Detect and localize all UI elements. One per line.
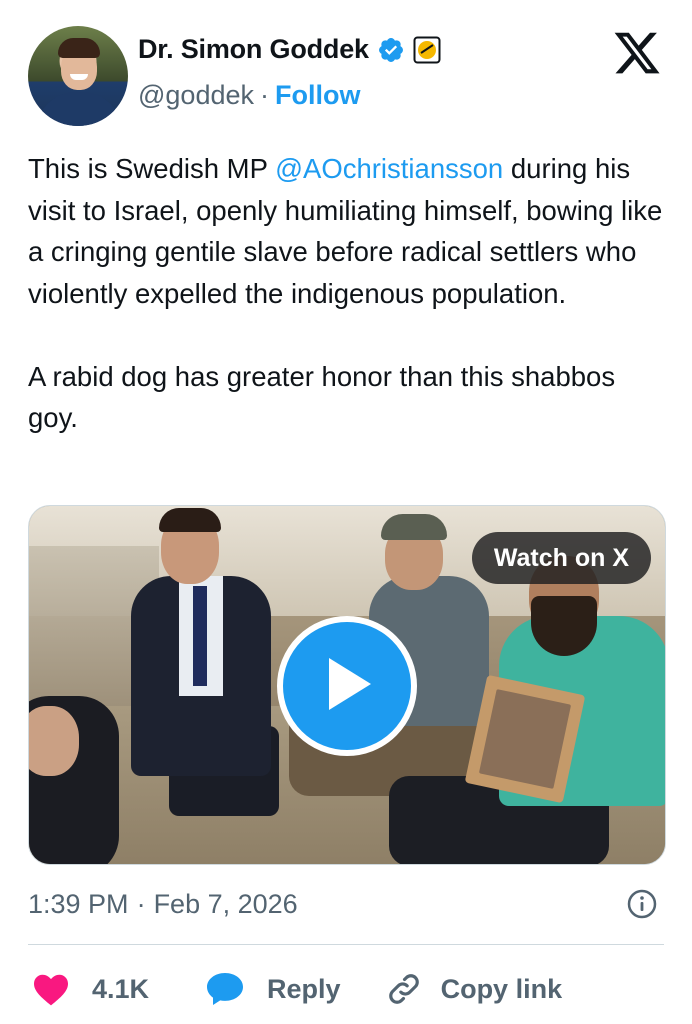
author-handle[interactable]: @goddek bbox=[138, 80, 254, 110]
reply-button[interactable]: Reply bbox=[205, 971, 341, 1007]
action-bar: 4.1K Reply Copy link bbox=[28, 964, 668, 1014]
author-display-name[interactable]: Dr. Simon Goddek bbox=[138, 34, 369, 65]
link-icon bbox=[385, 970, 423, 1008]
timestamp-row: 1:39 PM · Feb 7, 2026 bbox=[28, 884, 664, 924]
avatar[interactable] bbox=[28, 26, 128, 126]
like-count: 4.1K bbox=[92, 973, 150, 1004]
affiliate-badge-icon[interactable] bbox=[413, 36, 441, 64]
copy-link-button[interactable]: Copy link bbox=[385, 970, 563, 1008]
tweet-header: Dr. Simon Goddek @goddek · Follow bbox=[28, 26, 668, 126]
x-logo-icon[interactable] bbox=[612, 28, 662, 78]
author-handle-row: @goddek · Follow bbox=[138, 80, 360, 111]
verified-badge-icon bbox=[377, 36, 405, 64]
info-icon[interactable] bbox=[626, 888, 658, 920]
tweet-text-segment: This is Swedish MP bbox=[28, 153, 276, 184]
copy-link-label: Copy link bbox=[440, 973, 563, 1004]
tweet-paragraph: A rabid dog has greater honor than this … bbox=[28, 360, 616, 434]
tweet-card: Dr. Simon Goddek @goddek · Follow This i… bbox=[0, 0, 692, 1024]
watch-on-x-button[interactable]: Watch on X bbox=[471, 532, 651, 584]
handle-separator: · bbox=[260, 80, 269, 110]
tweet-date[interactable]: Feb 7, 2026 bbox=[154, 889, 298, 920]
play-icon bbox=[319, 654, 375, 719]
tweet-body: This is Swedish MP @AOchristiansson duri… bbox=[28, 148, 668, 439]
play-button[interactable] bbox=[277, 616, 417, 756]
follow-button[interactable]: Follow bbox=[275, 80, 360, 110]
reply-label: Reply bbox=[267, 973, 341, 1004]
author-name-row: Dr. Simon Goddek bbox=[138, 34, 441, 65]
like-button[interactable]: 4.1K bbox=[32, 972, 149, 1006]
heart-icon bbox=[32, 972, 70, 1006]
tweet-time[interactable]: 1:39 PM bbox=[28, 889, 129, 920]
tweet-paragraph: This is Swedish MP @AOchristiansson duri… bbox=[28, 148, 668, 314]
mention-link[interactable]: @AOchristiansson bbox=[275, 153, 503, 184]
reply-bubble-icon bbox=[205, 971, 245, 1007]
video-media[interactable]: Watch on X bbox=[28, 505, 666, 865]
divider bbox=[28, 944, 664, 945]
timestamp-separator: · bbox=[136, 888, 146, 919]
